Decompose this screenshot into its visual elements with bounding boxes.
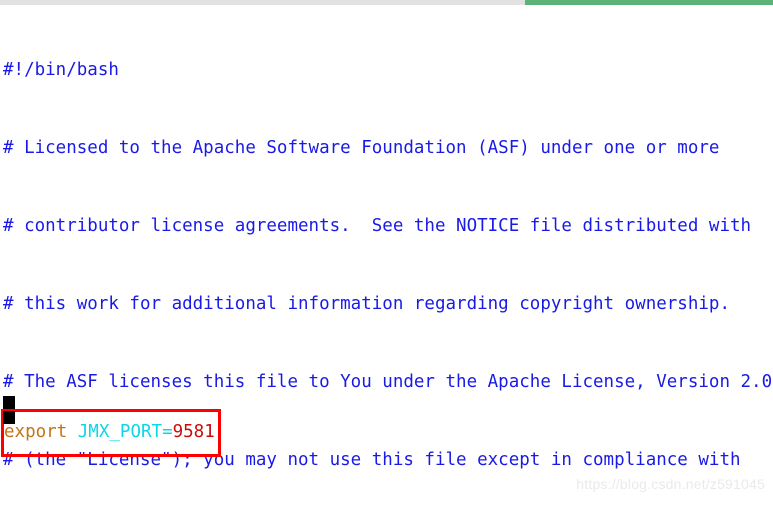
jmx-port-variable: JMX_PORT: [77, 422, 163, 442]
code-line-text: #!/bin/bash: [3, 60, 119, 80]
code-line: #!/bin/bash: [0, 57, 773, 83]
code-line: # this work for additional information r…: [0, 291, 773, 317]
code-line-text: # this work for additional information r…: [3, 294, 730, 314]
cursor-block-upper: [3, 396, 15, 409]
jmx-port-value: 9581: [172, 422, 215, 442]
assignment-operator: =: [162, 422, 173, 442]
page-load-progress-track: [0, 0, 773, 5]
code-line-text: # Licensed to the Apache Software Founda…: [3, 138, 720, 158]
code-line-export: export JMX_PORT=9581: [4, 419, 215, 445]
code-editor-window: #!/bin/bash # Licensed to the Apache Sof…: [0, 0, 773, 512]
code-line-text: # contributor license agreements. See th…: [3, 216, 752, 236]
code-line: # Licensed to the Apache Software Founda…: [0, 135, 773, 161]
page-load-progress-fill: [525, 0, 773, 5]
code-line: # The ASF licenses this file to You unde…: [0, 369, 773, 395]
code-line-text: # The ASF licenses this file to You unde…: [3, 372, 773, 392]
code-line: # contributor license agreements. See th…: [0, 213, 773, 239]
export-keyword: export: [4, 422, 68, 442]
watermark-text: https://blog.csdn.net/z591045: [576, 476, 765, 492]
